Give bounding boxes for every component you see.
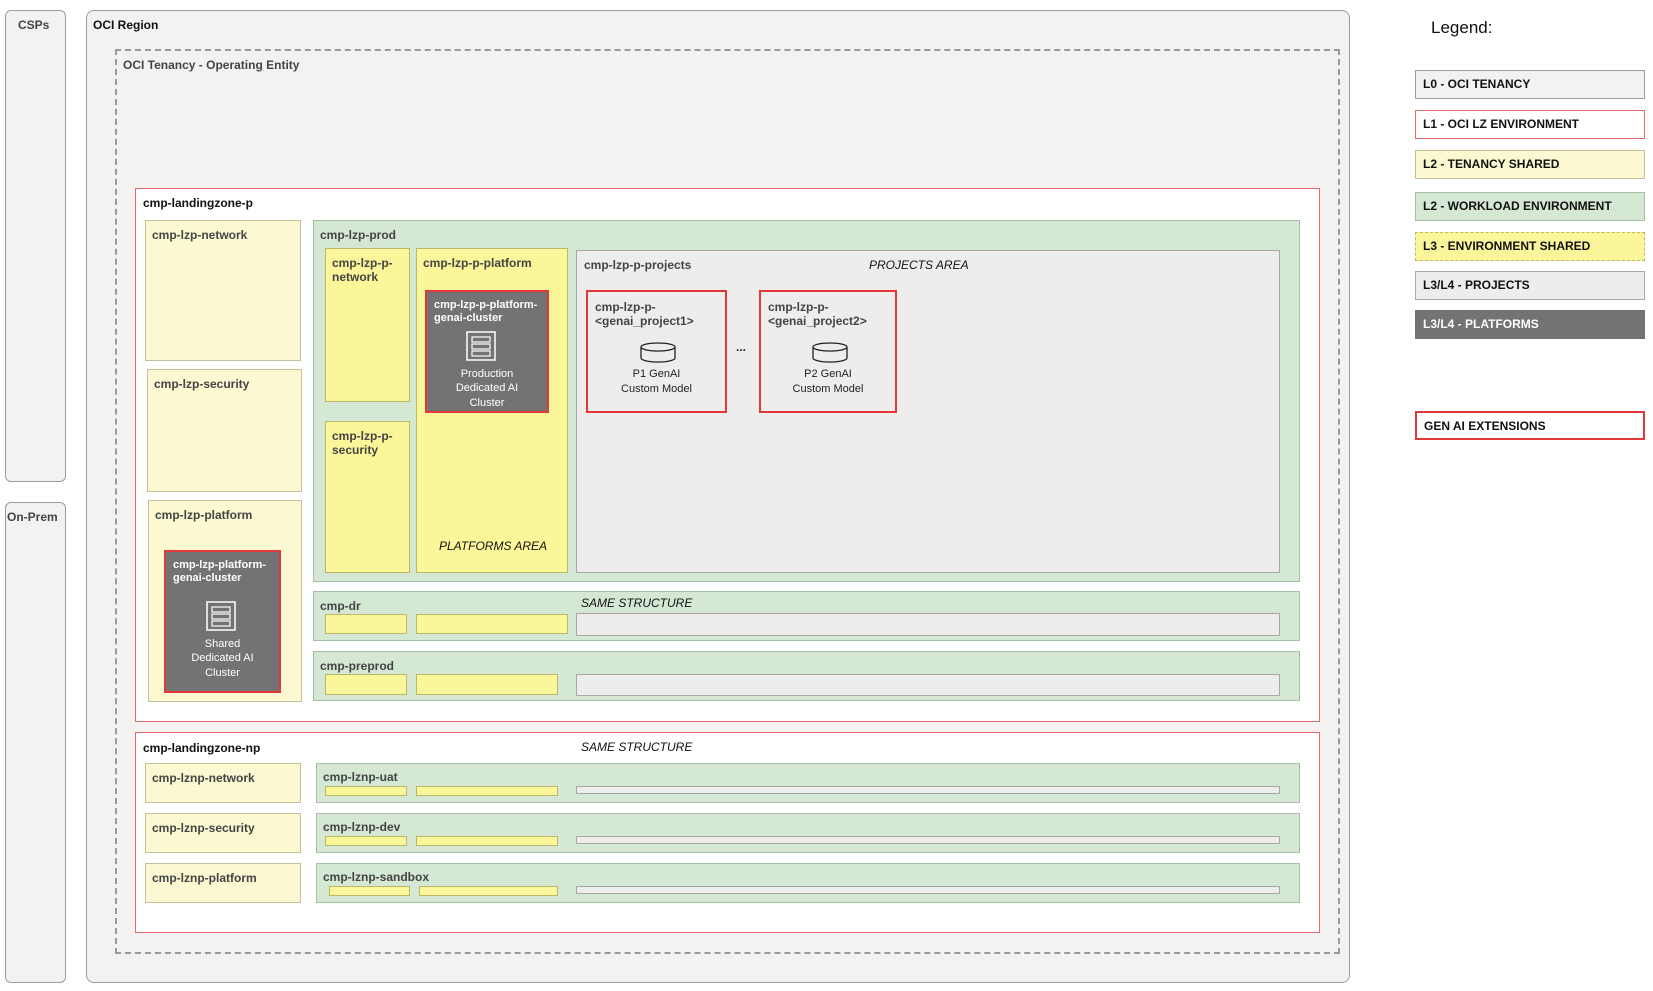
lznp-sandbox-label: cmp-lznp-sandbox: [323, 870, 430, 884]
project2-line1: P2 GenAI: [804, 368, 852, 380]
dev-platform-placeholder: [416, 836, 558, 846]
production-genai-cluster: cmp-lzp-p-platform-genai-cluster Product…: [425, 290, 549, 413]
lzp-p-security: cmp-lzp-p-security: [325, 421, 410, 573]
lzp-platform-label: cmp-lzp-platform: [155, 508, 253, 522]
csps-panel: CSPs: [5, 10, 66, 482]
lznp-security-label: cmp-lznp-security: [152, 821, 255, 835]
dr-platform-placeholder: [416, 614, 568, 634]
lznp-security: cmp-lznp-security: [145, 813, 301, 853]
legend-genai-extensions: GEN AI EXTENSIONS: [1415, 411, 1645, 440]
genai-project1-title-1: cmp-lzp-p-: [595, 300, 656, 314]
lzp-p-platform-label: cmp-lzp-p-platform: [423, 256, 532, 270]
landingzone-np-label: cmp-landingzone-np: [143, 741, 261, 755]
genai-project2: cmp-lzp-p- <genai_project2> P2 GenAI Cus…: [759, 290, 897, 413]
legend-item: L3/L4 - PROJECTS: [1415, 271, 1645, 300]
preprod-projects-placeholder: [576, 674, 1280, 696]
lznp-platform: cmp-lznp-platform: [145, 863, 301, 903]
sandbox-platform-placeholder: [419, 886, 558, 896]
genai-project1-title-2: <genai_project1>: [595, 314, 694, 328]
database-icon: [639, 342, 677, 364]
platforms-area-label: PLATFORMS AREA: [439, 539, 548, 553]
legend-item: L3 - ENVIRONMENT SHARED: [1415, 232, 1645, 261]
lznp-dev: cmp-lznp-dev: [316, 813, 1300, 853]
shared-cluster-line3: Cluster: [205, 667, 240, 679]
production-cluster-line2: Dedicated AI: [455, 382, 519, 394]
uat-platform-placeholder: [416, 786, 558, 796]
uat-network-placeholder: [325, 786, 407, 796]
oci-region-label: OCI Region: [93, 18, 159, 32]
lznp-dev-label: cmp-lznp-dev: [323, 820, 401, 834]
lzp-p-network-label: cmp-lzp-p-network: [332, 256, 393, 284]
uat-projects-placeholder: [576, 786, 1280, 794]
lzp-network: cmp-lzp-network: [145, 220, 301, 361]
np-same-structure-label: SAME STRUCTURE: [581, 740, 693, 754]
genai-project1: cmp-lzp-p- <genai_project1> P1 GenAI Cus…: [586, 290, 727, 413]
cmp-preprod-label: cmp-preprod: [320, 659, 395, 673]
lzp-p-projects-label: cmp-lzp-p-projects: [584, 258, 692, 272]
preprod-platform-placeholder: [416, 674, 558, 695]
landingzone-p-label: cmp-landingzone-p: [143, 196, 253, 210]
genai-project2-title-2: <genai_project2>: [768, 314, 867, 328]
sandbox-projects-placeholder: [576, 886, 1280, 894]
lznp-network: cmp-lznp-network: [145, 763, 301, 803]
production-cluster-line1: Production: [460, 368, 514, 380]
lzp-security: cmp-lzp-security: [147, 369, 302, 492]
lznp-sandbox: cmp-lznp-sandbox: [316, 863, 1300, 903]
dev-network-placeholder: [325, 836, 407, 846]
lzp-prod-label: cmp-lzp-prod: [320, 228, 396, 242]
legend-item: L2 - WORKLOAD ENVIRONMENT: [1415, 192, 1645, 221]
legend-item: L2 - TENANCY SHARED: [1415, 150, 1645, 179]
lzp-p-security-label: cmp-lzp-p-security: [332, 429, 393, 457]
server-icon: [466, 331, 496, 361]
sandbox-network-placeholder: [329, 886, 410, 896]
shared-genai-cluster: cmp-lzp-platform-genai-cluster Shared De…: [164, 550, 281, 693]
lzp-p-network: cmp-lzp-p-network: [325, 248, 410, 402]
lznp-uat-label: cmp-lznp-uat: [323, 770, 398, 784]
projects-ellipsis: ...: [736, 340, 747, 354]
dev-projects-placeholder: [576, 836, 1280, 844]
lznp-network-label: cmp-lznp-network: [152, 771, 255, 785]
legend-item: L0 - OCI TENANCY: [1415, 70, 1645, 99]
shared-genai-cluster-title: cmp-lzp-platform-genai-cluster: [173, 559, 266, 584]
on-prem-panel: On-Prem: [5, 502, 66, 983]
dr-projects-placeholder: [576, 613, 1280, 636]
preprod-network-placeholder: [325, 674, 407, 695]
dr-same-structure-label: SAME STRUCTURE: [581, 596, 693, 610]
genai-project2-title-1: cmp-lzp-p-: [768, 300, 829, 314]
lznp-uat: cmp-lznp-uat: [316, 763, 1300, 803]
legend-item: L3/L4 - PLATFORMS: [1415, 310, 1645, 339]
production-genai-cluster-title: cmp-lzp-p-platform-genai-cluster: [434, 299, 538, 324]
lzp-network-label: cmp-lzp-network: [152, 228, 248, 242]
shared-cluster-line1: Shared: [204, 638, 241, 650]
cmp-dr-label: cmp-dr: [320, 599, 361, 613]
production-cluster-line3: Cluster: [469, 397, 505, 409]
project1-line2: Custom Model: [621, 383, 692, 395]
oci-tenancy-label: OCI Tenancy - Operating Entity: [123, 58, 300, 72]
database-icon: [811, 342, 849, 364]
dr-network-placeholder: [325, 614, 407, 634]
legend-title: Legend:: [1431, 18, 1493, 37]
project1-line1: P1 GenAI: [632, 368, 681, 380]
legend-item: L1 - OCI LZ ENVIRONMENT: [1415, 110, 1645, 139]
lzp-security-label: cmp-lzp-security: [154, 377, 250, 391]
shared-cluster-line2: Dedicated AI: [191, 652, 254, 664]
csps-label: CSPs: [18, 18, 50, 32]
project2-line2: Custom Model: [792, 383, 864, 395]
projects-area-label: PROJECTS AREA: [869, 258, 969, 272]
lznp-platform-label: cmp-lznp-platform: [152, 871, 257, 885]
server-icon: [206, 601, 236, 631]
on-prem-label: On-Prem: [7, 510, 58, 524]
